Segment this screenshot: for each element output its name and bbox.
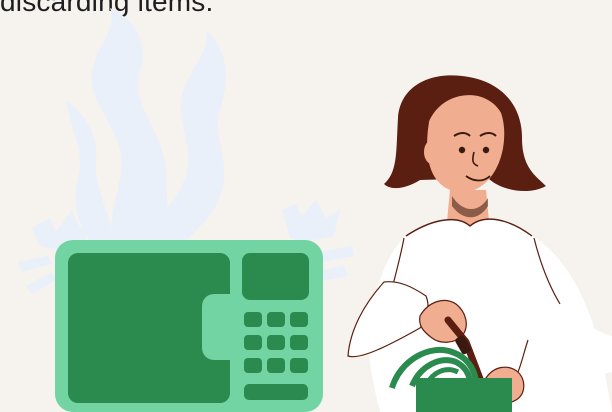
microwave-icon xyxy=(55,240,323,412)
person-illustration xyxy=(347,75,612,412)
smoke-icon xyxy=(66,8,227,252)
illustration-scene xyxy=(18,8,612,412)
